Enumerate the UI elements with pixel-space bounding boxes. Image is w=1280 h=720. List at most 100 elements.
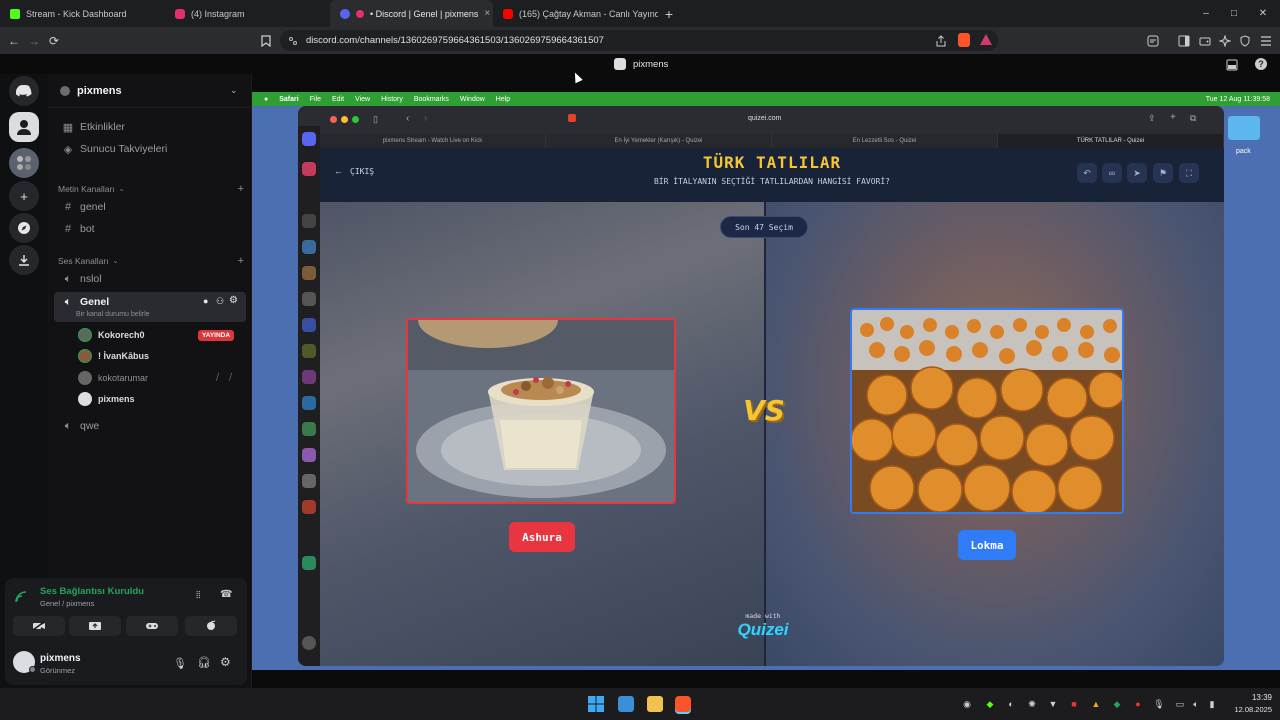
lokma-button[interactable]: Lokma (958, 530, 1016, 560)
text-category[interactable]: Metin Kanalları ⌄ + (58, 183, 244, 195)
voice-user[interactable]: ! İvanKābus (78, 347, 149, 365)
bookmark-icon[interactable] (256, 31, 276, 51)
user-name[interactable]: pixmens (40, 653, 81, 664)
tab-discord[interactable]: • Discord | Genel | pixmens × (330, 0, 493, 27)
channel-bot[interactable]: # bot (54, 219, 246, 239)
reload-button[interactable]: ⟳ (44, 31, 64, 51)
menu-item[interactable]: Edit (332, 96, 344, 103)
volume-icon[interactable]: 🔈︎ (1190, 698, 1202, 710)
discord-dock-icon[interactable] (302, 132, 316, 146)
add-channel-icon[interactable]: + (238, 183, 244, 195)
photos-icon[interactable] (618, 696, 634, 712)
voice-channel-qwe[interactable]: 🔈︎ qwe (54, 416, 246, 436)
site-info-icon[interactable] (288, 34, 298, 46)
app-dock-icon[interactable] (302, 344, 316, 358)
voice-user[interactable]: Kokorech0 (78, 326, 145, 344)
server-group-icon[interactable] (9, 148, 39, 178)
sidebar-icon[interactable] (1174, 31, 1194, 51)
fullscreen-icon[interactable]: ⛶ (1179, 163, 1199, 183)
popout-icon[interactable] (1226, 58, 1238, 71)
add-voice-channel-icon[interactable]: + (238, 255, 244, 267)
tray-app-icon[interactable]: ■ (1068, 698, 1080, 710)
voice-user[interactable]: pixmens (78, 390, 135, 408)
server-header[interactable]: pixmens ⌄ (48, 74, 252, 108)
app-dock-icon[interactable] (302, 636, 316, 650)
sidebar-toggle-icon[interactable]: ▯ (373, 114, 378, 125)
menu-item[interactable]: Safari (279, 96, 298, 103)
events-item[interactable]: ▦ Etkinlikler (54, 117, 246, 137)
leo-ai-icon[interactable] (1215, 31, 1235, 51)
brave-rewards-icon[interactable] (980, 34, 992, 45)
forward-button[interactable]: → (24, 31, 44, 51)
tray-app-icon[interactable]: ● (1132, 698, 1144, 710)
address-bar[interactable]: discord.com/channels/1360269759664361503… (280, 30, 998, 51)
battery-icon[interactable]: ▮ (1206, 698, 1218, 710)
ashura-button[interactable]: Ashura (509, 522, 575, 552)
zoom-window-icon[interactable] (352, 116, 359, 123)
channel-genel[interactable]: # genel (54, 197, 246, 217)
safari-tab[interactable]: pixmens Stream - Watch Live on Kick (320, 134, 546, 148)
menu-item[interactable]: Help (496, 96, 510, 103)
activity-button[interactable] (126, 616, 178, 636)
file-explorer-icon[interactable] (647, 696, 663, 712)
gear-icon[interactable]: ⚙ (229, 295, 238, 306)
tab-overview-icon[interactable]: ⧉ (1190, 113, 1196, 124)
app-dock-icon[interactable] (302, 474, 316, 488)
taskbar-time[interactable]: 13:39 (1232, 693, 1272, 702)
close-window-icon[interactable] (330, 116, 337, 123)
app-dock-icon[interactable] (302, 422, 316, 436)
microphone-tray-icon[interactable]: 🎙︎ (1153, 698, 1165, 710)
app-dock-icon[interactable] (302, 240, 316, 254)
network-icon[interactable]: ▭ (1174, 698, 1186, 710)
ashura-image[interactable] (406, 318, 676, 504)
invite-icon[interactable]: ⚇ (216, 296, 224, 307)
tray-app-icon[interactable]: ◐ (1005, 698, 1017, 710)
app-dock-icon[interactable] (302, 292, 316, 306)
tray-app-icon[interactable]: ◉ (961, 698, 973, 710)
boosts-item[interactable]: ◈ Sunucu Takviyeleri (54, 139, 246, 159)
tray-app-icon[interactable]: ▼ (1047, 698, 1059, 710)
explore-icon[interactable] (9, 213, 39, 243)
safari-tab[interactable]: TÜRK TATLILAR - Quizei (998, 134, 1224, 148)
voice-user[interactable]: kokotarumar (78, 369, 148, 387)
menu-item[interactable]: View (355, 96, 370, 103)
app-dock-icon[interactable] (302, 318, 316, 332)
voice-channel-nslol[interactable]: 🔈︎ nslol (54, 269, 246, 289)
microphone-icon[interactable]: 🎙︎ (173, 657, 187, 670)
headphones-icon[interactable]: 🎧︎ (197, 656, 211, 669)
channel-status[interactable]: Bir kanal durumu belirle (76, 311, 150, 318)
settings-gear-icon[interactable]: ⚙ (220, 655, 231, 669)
privacy-icon[interactable] (568, 114, 576, 122)
minimize-window-icon[interactable] (341, 116, 348, 123)
brave-shield-icon[interactable] (958, 33, 970, 47)
help-icon[interactable]: ? (1255, 58, 1267, 70)
safari-tab[interactable]: En İyi Yemekler (Karışık) - Quizei (546, 134, 772, 148)
screen-share-button[interactable] (69, 616, 121, 636)
voice-channel-genel[interactable]: 🔈︎ Genel Bir kanal durumu belirle ● ⚇ ⚙ (54, 292, 246, 322)
safari-back-icon[interactable]: ‹ (406, 113, 409, 124)
menu-item[interactable]: History (381, 96, 403, 103)
safari-url[interactable]: quizei.com (748, 115, 781, 122)
safari-new-tab-icon[interactable]: + (1170, 112, 1176, 123)
vpn-shield-icon[interactable] (1235, 31, 1255, 51)
menu-icon[interactable] (1256, 31, 1276, 51)
connection-title[interactable]: Ses Bağlantısı Kuruldu (40, 586, 144, 597)
tab-instagram[interactable]: (4) Instagram (165, 0, 330, 27)
wallet-icon[interactable] (1195, 31, 1215, 51)
app-dock-icon[interactable] (302, 500, 316, 514)
windows-start-icon[interactable] (588, 696, 604, 712)
tray-app-icon[interactable]: ✺ (1026, 698, 1038, 710)
brave-taskbar-icon[interactable] (675, 696, 691, 712)
flag-icon[interactable]: ⚑ (1153, 163, 1173, 183)
tab-kick-dashboard[interactable]: Stream - Kick Dashboard (0, 0, 165, 27)
window-close-button[interactable]: ✕ (1246, 0, 1280, 27)
camera-off-button[interactable] (13, 616, 65, 636)
tray-app-icon[interactable]: ▲ (1090, 698, 1102, 710)
menu-item[interactable]: File (310, 96, 321, 103)
server-pixmens-icon[interactable] (9, 112, 39, 142)
back-button[interactable]: ← (4, 31, 24, 51)
reader-mode-icon[interactable] (1143, 31, 1163, 51)
download-icon[interactable] (9, 245, 39, 275)
app-dock-icon[interactable] (302, 162, 316, 176)
app-dock-icon[interactable] (302, 556, 316, 570)
